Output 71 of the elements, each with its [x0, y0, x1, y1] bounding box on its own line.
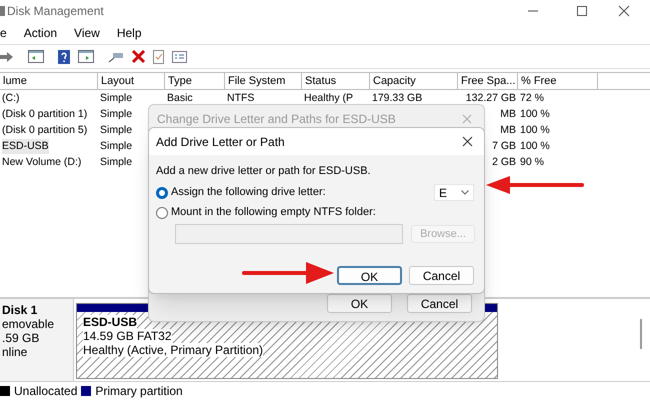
ok-button[interactable]: OK	[327, 294, 392, 313]
table-cell: Simple	[100, 123, 132, 138]
column-header[interactable]: Capacity	[370, 73, 458, 89]
legend-label: Unallocated	[14, 382, 78, 400]
ok-button[interactable]: OK	[337, 266, 402, 284]
table-cell: 100 %	[520, 123, 550, 138]
close-icon[interactable]	[618, 5, 630, 17]
table-cell: 90 %	[520, 155, 544, 170]
disk-info: emovable	[2, 317, 56, 331]
column-header[interactable]: Free Spa...	[458, 73, 518, 89]
maximize-icon[interactable]	[576, 5, 588, 17]
partition-status: Healthy (Active, Primary Partition)	[83, 343, 264, 357]
dialog-title: Change Drive Letter and Paths for ESD-USB	[157, 111, 396, 128]
pane-icon[interactable]	[78, 50, 94, 63]
table-cell: Basic	[167, 91, 193, 106]
table-cell: 179.33 GB	[372, 91, 422, 106]
menu-item[interactable]: e	[0, 24, 7, 42]
properties-icon[interactable]	[172, 50, 187, 62]
table-cell: 100 %	[520, 107, 550, 122]
table-cell: ESD-USB	[2, 139, 49, 154]
table-cell: (Disk 0 partition 1)	[2, 107, 88, 122]
table-cell: Healthy (P	[304, 91, 354, 106]
radio-button[interactable]	[156, 206, 168, 218]
column-header[interactable]: Status	[302, 73, 370, 89]
disk-info: nline	[2, 345, 28, 359]
radio-label[interactable]: Mount in the following empty NTFS folder:	[171, 204, 376, 221]
column-header[interactable]: Type	[165, 73, 225, 89]
menu-item[interactable]: View	[74, 24, 100, 42]
window-title: Disk Management	[7, 3, 104, 20]
table-cell: NTFS	[227, 91, 254, 106]
cancel-button[interactable]: Cancel	[407, 294, 472, 313]
table-cell: Simple	[100, 155, 132, 170]
dialog-title: Add Drive Letter or Path	[156, 134, 285, 150]
chevron-down-icon	[461, 190, 469, 195]
delete-icon[interactable]	[132, 50, 145, 63]
forward-arrow-icon[interactable]	[0, 50, 14, 62]
radio-label[interactable]: Assign the following drive letter:	[171, 184, 326, 201]
radio-button[interactable]	[156, 186, 168, 198]
app-icon	[0, 5, 5, 17]
column-header[interactable]: lume	[0, 73, 98, 89]
column-header[interactable]: File System	[225, 73, 302, 89]
drive-letter-dropdown[interactable]: E	[434, 184, 474, 201]
table-cell: Simple	[100, 107, 132, 122]
table-cell: MB	[500, 123, 516, 138]
column-header[interactable]: % Free	[518, 73, 598, 89]
column-header[interactable]: Layout	[98, 73, 165, 89]
table-cell: (Disk 0 partition 5)	[2, 123, 88, 138]
close-icon[interactable]	[462, 136, 473, 147]
table-cell: 2 GB	[492, 155, 516, 170]
table-cell: Simple	[100, 91, 132, 106]
disk-info: .59 GB	[2, 331, 40, 345]
connect-icon[interactable]	[108, 50, 124, 62]
table-cell: 72 %	[520, 91, 544, 106]
pane-icon[interactable]	[28, 50, 44, 63]
dialog-intro: Add a new drive letter or path for ESD-USB.	[156, 164, 372, 179]
menu-item[interactable]: Help	[116, 24, 142, 42]
table-cell: (C:)	[2, 91, 20, 106]
table-cell: New Volume (D:)	[2, 155, 82, 170]
menu-item[interactable]: Action	[24, 24, 58, 42]
legend-label: Primary partition	[95, 382, 183, 400]
cancel-button[interactable]: Cancel	[409, 266, 474, 284]
table-cell: 7 GB	[492, 139, 516, 154]
disk-label: Disk 1	[2, 303, 38, 317]
table-cell: 132.27 GB	[466, 91, 516, 106]
table-cell: MB	[500, 107, 516, 122]
partition-size: 14.59 GB FAT32	[83, 329, 172, 343]
table-cell: 100 %	[520, 139, 550, 154]
help-icon[interactable]	[58, 50, 70, 64]
checklist-icon[interactable]	[153, 50, 164, 64]
partition-name: ESD-USB	[83, 315, 138, 329]
table-cell: Simple	[100, 139, 132, 154]
